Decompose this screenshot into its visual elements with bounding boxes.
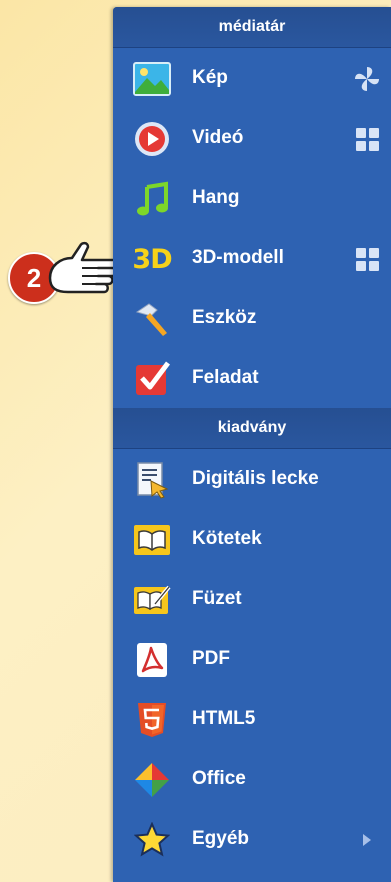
menu-item-label: Digitális lecke <box>192 468 319 489</box>
menu-item-fuzet[interactable]: Füzet <box>113 569 391 629</box>
resource-menu: médiatár Kép Videó Hang 3D 3D-modell Esz… <box>113 7 391 882</box>
music-note-icon <box>133 180 171 218</box>
menu-item-feladat[interactable]: Feladat <box>113 348 391 408</box>
menu-item-video[interactable]: Videó <box>113 108 391 168</box>
3d-icon-text: 3D <box>132 243 172 275</box>
hammer-icon <box>133 300 171 338</box>
menu-item-label: Office <box>192 768 246 789</box>
office-icon <box>133 761 171 799</box>
menu-item-kotetek[interactable]: Kötetek <box>113 509 391 569</box>
image-icon <box>133 60 171 98</box>
pinwheel-icon[interactable] <box>353 65 381 93</box>
menu-item-kep[interactable]: Kép <box>113 48 391 108</box>
menu-item-hang[interactable]: Hang <box>113 168 391 228</box>
grid-icon[interactable] <box>353 245 381 273</box>
html5-icon <box>133 701 171 739</box>
menu-item-digitalis-lecke[interactable]: Digitális lecke <box>113 449 391 509</box>
menu-item-office[interactable]: Office <box>113 749 391 809</box>
media-section-header: médiatár <box>113 7 391 48</box>
menu-item-label: Kötetek <box>192 528 262 549</box>
menu-item-pdf[interactable]: PDF <box>113 629 391 689</box>
checkmark-task-icon <box>133 360 171 398</box>
menu-item-egyeb[interactable]: Egyéb <box>113 809 391 869</box>
menu-item-label: Hang <box>192 187 240 208</box>
grid-icon[interactable] <box>353 125 381 153</box>
submenu-arrow-icon[interactable] <box>353 826 381 854</box>
menu-item-label: Feladat <box>192 367 259 388</box>
3d-icon: 3D <box>132 240 172 278</box>
menu-item-label: HTML5 <box>192 708 256 729</box>
menu-item-eszkoz[interactable]: Eszköz <box>113 288 391 348</box>
menu-item-label: Videó <box>192 127 244 148</box>
digital-lesson-icon <box>133 461 171 499</box>
workbook-icon <box>133 581 171 619</box>
publication-section-header: kiadvány <box>113 408 391 449</box>
menu-item-html5[interactable]: HTML5 <box>113 689 391 749</box>
menu-item-label: Füzet <box>192 588 242 609</box>
menu-item-3d-modell[interactable]: 3D 3D-modell <box>113 228 391 288</box>
menu-item-label: Egyéb <box>192 828 250 849</box>
play-icon <box>133 120 171 158</box>
pdf-icon <box>133 641 171 679</box>
menu-item-label: 3D-modell <box>192 247 284 268</box>
menu-item-label: Eszköz <box>192 307 257 328</box>
star-icon <box>133 821 171 859</box>
menu-item-label: PDF <box>192 648 230 669</box>
menu-item-label: Kép <box>192 67 228 88</box>
open-book-icon <box>133 521 171 559</box>
